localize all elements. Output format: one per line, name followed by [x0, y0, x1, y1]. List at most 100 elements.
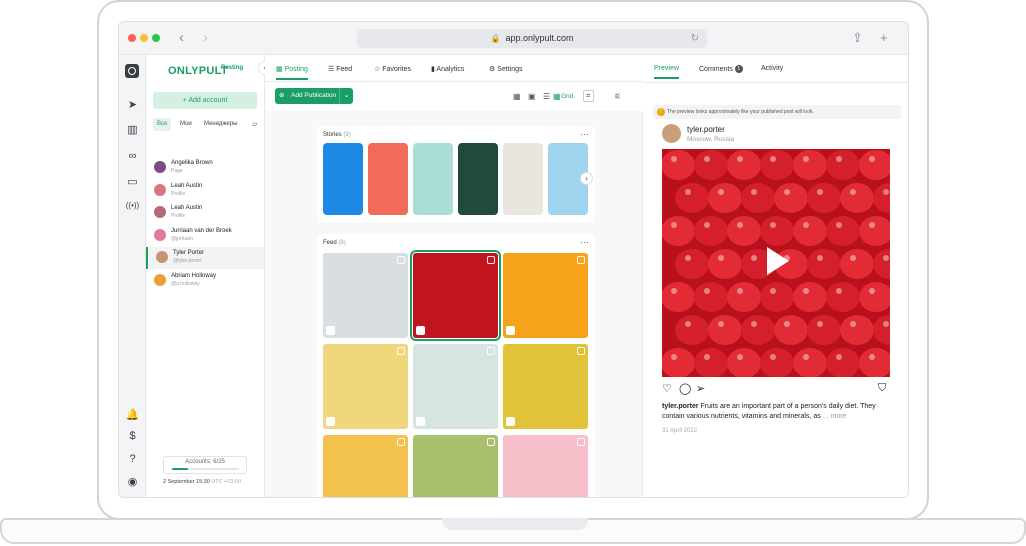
- account-item[interactable]: Leah Austin Profile: [146, 180, 264, 202]
- share-icon[interactable]: ➢: [696, 382, 705, 395]
- tab-analytics[interactable]: ▮ Analytics: [431, 65, 464, 73]
- feed-post-thumbnail[interactable]: [323, 253, 408, 338]
- more-icon[interactable]: ⋯: [580, 129, 589, 140]
- maximize-window-button[interactable]: [152, 34, 160, 42]
- tab-favorites[interactable]: ☆ Favorites: [374, 65, 411, 73]
- select-checkbox[interactable]: [397, 438, 405, 446]
- post-media[interactable]: [662, 149, 890, 377]
- account-item[interactable]: Jurriaan van der Broek @jurriaan: [146, 225, 264, 247]
- tab-posting-label: Posting: [284, 66, 308, 73]
- tab-settings[interactable]: ⚙ Settings: [489, 65, 523, 73]
- stories-panel: Stories (9) ⋯ ›: [317, 126, 595, 223]
- select-checkbox[interactable]: [577, 347, 585, 355]
- avatar: [154, 206, 166, 218]
- user-icon[interactable]: ◉: [125, 475, 140, 488]
- heart-icon[interactable]: ♡: [662, 382, 672, 395]
- link-icon[interactable]: ∞: [125, 150, 140, 162]
- broadcast-icon[interactable]: ((•)): [125, 201, 140, 210]
- strawberry-shape: [760, 348, 794, 377]
- more-icon[interactable]: ⋯: [580, 237, 589, 248]
- add-publication-button[interactable]: ⊕ Add Publication ⌄: [275, 88, 353, 104]
- filter-mine[interactable]: Мои: [180, 118, 192, 131]
- story-thumbnail[interactable]: [458, 143, 498, 215]
- caption-more-link[interactable]: ... more: [823, 413, 847, 420]
- feed-title: Feed (9): [323, 240, 346, 246]
- compact-view-icon[interactable]: ⌗: [583, 90, 594, 102]
- strawberry-shape: [727, 150, 761, 180]
- share-icon[interactable]: ⇪: [852, 30, 863, 46]
- feed-post-thumbnail[interactable]: [503, 435, 588, 497]
- feed-post-thumbnail[interactable]: [503, 253, 588, 338]
- strawberry-shape: [760, 150, 794, 180]
- grid-view-label[interactable]: Grid: [561, 93, 573, 100]
- select-checkbox[interactable]: [487, 347, 495, 355]
- bar-chart-icon[interactable]: ▥: [125, 123, 140, 136]
- account-item[interactable]: Abriam Holloway @a.holloway: [146, 270, 264, 292]
- filter-settings-icon[interactable]: ⚟: [614, 92, 621, 101]
- tab-comments[interactable]: Comments 1: [699, 65, 743, 73]
- feed-post-thumbnail[interactable]: [413, 344, 498, 429]
- strawberry-highlight: [737, 288, 743, 294]
- select-checkbox[interactable]: [487, 256, 495, 264]
- columns-view-icon[interactable]: ▦: [513, 92, 521, 101]
- strawberry-shape: [826, 150, 860, 180]
- select-checkbox[interactable]: [397, 256, 405, 264]
- strawberry-highlight: [718, 255, 724, 261]
- strawberry-shape: [708, 183, 742, 213]
- tab-feed[interactable]: ☰ Feed: [328, 65, 352, 73]
- comment-icon[interactable]: ◯: [679, 382, 691, 395]
- close-window-button[interactable]: [128, 34, 136, 42]
- dollar-icon[interactable]: $: [125, 430, 140, 442]
- strawberry-shape: [859, 216, 890, 246]
- feed-post-thumbnail[interactable]: [410, 250, 501, 341]
- select-checkbox[interactable]: [577, 438, 585, 446]
- select-checkbox[interactable]: [487, 438, 495, 446]
- feed-post-thumbnail[interactable]: [323, 344, 408, 429]
- reload-icon[interactable]: ↻: [691, 29, 699, 48]
- add-account-button[interactable]: + Add account: [153, 92, 257, 109]
- account-item[interactable]: Angelika Brown Page: [146, 157, 264, 179]
- bookmark-icon[interactable]: ⛉: [878, 382, 886, 395]
- account-item[interactable]: Tyler Porter @tyler.porter: [146, 247, 264, 269]
- story-thumbnail[interactable]: [413, 143, 453, 215]
- forward-arrow-icon[interactable]: ›: [203, 29, 208, 46]
- chevron-down-icon[interactable]: ⌄: [339, 88, 353, 104]
- story-thumbnail[interactable]: [323, 143, 363, 215]
- tab-activity[interactable]: Activity: [761, 65, 783, 72]
- tab-posting[interactable]: ▦ Posting: [276, 65, 308, 80]
- story-thumbnail[interactable]: [368, 143, 408, 215]
- strawberry-highlight: [803, 222, 809, 228]
- bell-icon[interactable]: 🔔: [125, 408, 140, 421]
- address-bar[interactable]: 🔒 app.onlypult.com ↻: [357, 29, 707, 48]
- calendar-view-icon[interactable]: ▣: [528, 92, 536, 101]
- send-icon[interactable]: ➤: [125, 98, 140, 111]
- strawberry-highlight: [817, 189, 823, 195]
- instagram-icon[interactable]: [125, 64, 139, 78]
- feed-post-thumbnail[interactable]: [413, 435, 498, 497]
- back-arrow-icon[interactable]: ‹: [179, 29, 184, 46]
- list-view-icon[interactable]: ☰: [543, 92, 550, 101]
- strawberry-shape: [807, 315, 841, 345]
- account-item[interactable]: Leah Austin Profile: [146, 202, 264, 224]
- new-tab-icon[interactable]: +: [880, 30, 888, 45]
- play-icon[interactable]: [767, 247, 789, 275]
- help-icon[interactable]: ?: [125, 453, 140, 465]
- avatar: [154, 273, 166, 286]
- filter-managers[interactable]: Менеджеры: [204, 118, 237, 131]
- select-checkbox[interactable]: [397, 347, 405, 355]
- tab-preview[interactable]: Preview: [654, 65, 679, 79]
- grid-view-icon[interactable]: ▦: [553, 92, 561, 101]
- chevron-right-icon[interactable]: ›: [580, 172, 593, 185]
- strawberry-shape: [873, 315, 890, 345]
- stories-title-text: Stories: [323, 132, 342, 138]
- story-thumbnail[interactable]: [503, 143, 543, 215]
- select-checkbox[interactable]: [577, 256, 585, 264]
- feed-post-thumbnail[interactable]: [323, 435, 408, 497]
- monitor-icon[interactable]: ▭: [125, 175, 140, 188]
- minimize-window-button[interactable]: [140, 34, 148, 42]
- folder-icon[interactable]: ▱: [252, 118, 257, 131]
- strawberry-shape: [727, 282, 761, 312]
- filter-all[interactable]: Все: [153, 118, 172, 131]
- feed-post-thumbnail[interactable]: [503, 344, 588, 429]
- strawberry-shape: [793, 150, 827, 180]
